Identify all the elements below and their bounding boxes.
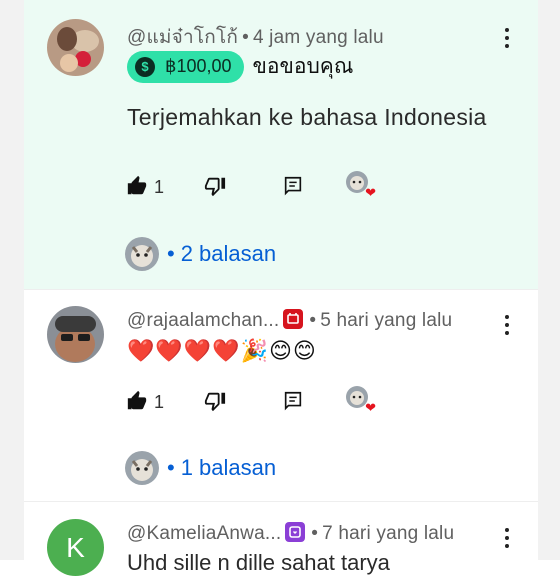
comment: K @KameliaAnwa... • 7 hari yang lalu Uhd s… xyxy=(24,501,538,576)
comment-time[interactable]: 7 hari yang lalu xyxy=(322,523,454,544)
meta-separator: • xyxy=(311,523,319,544)
comment-time[interactable]: 5 hari yang lalu xyxy=(320,310,452,331)
comment-time[interactable]: 4 jam yang lalu xyxy=(253,27,384,48)
more-vert-icon[interactable] xyxy=(504,528,510,552)
super-thanks-text: ขอขอบคุณ xyxy=(252,55,354,78)
comment-highlighted: @แม่จ๋าโกโก้ • 4 jam yang lalu $ ฿100,00 ข… xyxy=(24,0,538,289)
reply-avatar xyxy=(125,237,159,271)
meta-separator: • xyxy=(242,27,249,48)
creator-heart-icon: ❤ xyxy=(365,185,376,200)
super-thanks: $ ฿100,00 ขอขอบคุณ xyxy=(127,50,353,83)
like-count: 1 xyxy=(154,392,165,412)
comment-actions: 1 ❤ xyxy=(126,171,426,202)
super-thanks-amount: ฿100,00 xyxy=(165,56,232,76)
author-avatar[interactable] xyxy=(47,306,104,363)
author-name[interactable]: @KameliaAnwa... xyxy=(127,523,281,544)
meta-separator: • xyxy=(309,310,317,331)
reply-icon[interactable] xyxy=(282,175,304,202)
more-vert-icon[interactable] xyxy=(504,28,510,52)
dislike-icon[interactable] xyxy=(204,175,226,202)
replies-dot: • xyxy=(167,455,175,480)
replies-button[interactable]: • 2 balasan xyxy=(125,237,276,271)
like-count: 1 xyxy=(154,177,165,197)
replies-dot: • xyxy=(167,241,175,266)
member-badge-icon xyxy=(285,522,306,542)
author-avatar[interactable]: K xyxy=(47,519,104,576)
comment-meta: @แม่จ๋าโกโก้ • 4 jam yang lalu xyxy=(127,22,384,52)
comment-actions: 1 ❤ xyxy=(126,386,426,417)
author-name[interactable]: @rajaalamchan... xyxy=(127,310,279,331)
like-icon[interactable] xyxy=(126,390,148,417)
replies-label: 1 balasan xyxy=(180,455,277,480)
replies-label: 2 balasan xyxy=(180,241,277,266)
right-margin xyxy=(537,0,560,560)
super-thanks-coin-icon: $ xyxy=(135,56,155,77)
super-thanks-badge: $ ฿100,00 xyxy=(127,50,244,83)
comment-meta: @rajaalamchan... • 5 hari yang lalu xyxy=(127,309,452,332)
reply-avatar xyxy=(125,451,159,485)
comment-text[interactable]: Terjemahkan ke bahasa Indonesia xyxy=(127,104,487,131)
avatar-letter: K xyxy=(66,531,85,563)
comment: @rajaalamchan... • 5 hari yang lalu ❤️❤️❤️… xyxy=(24,289,538,502)
author-name[interactable]: @แม่จ๋าโกโก้ xyxy=(127,27,238,48)
creator-heart-icon: ❤ xyxy=(365,400,376,415)
creator-heart[interactable]: ❤ xyxy=(346,171,376,200)
dislike-icon[interactable] xyxy=(204,390,226,417)
creator-heart[interactable]: ❤ xyxy=(346,386,376,415)
more-vert-icon[interactable] xyxy=(504,315,510,339)
member-badge-icon xyxy=(283,309,304,329)
comment-text[interactable]: ❤️❤️❤️❤️🎉😊😊 xyxy=(127,338,317,364)
comment-text[interactable]: Uhd sille n dille sahat tarya xyxy=(127,550,390,576)
replies-button[interactable]: • 1 balasan xyxy=(125,451,276,485)
left-margin xyxy=(0,0,25,560)
like-icon[interactable] xyxy=(126,175,148,202)
author-avatar[interactable] xyxy=(47,19,104,76)
comment-meta: @KameliaAnwa... • 7 hari yang lalu xyxy=(127,522,454,545)
reply-icon[interactable] xyxy=(282,390,304,417)
